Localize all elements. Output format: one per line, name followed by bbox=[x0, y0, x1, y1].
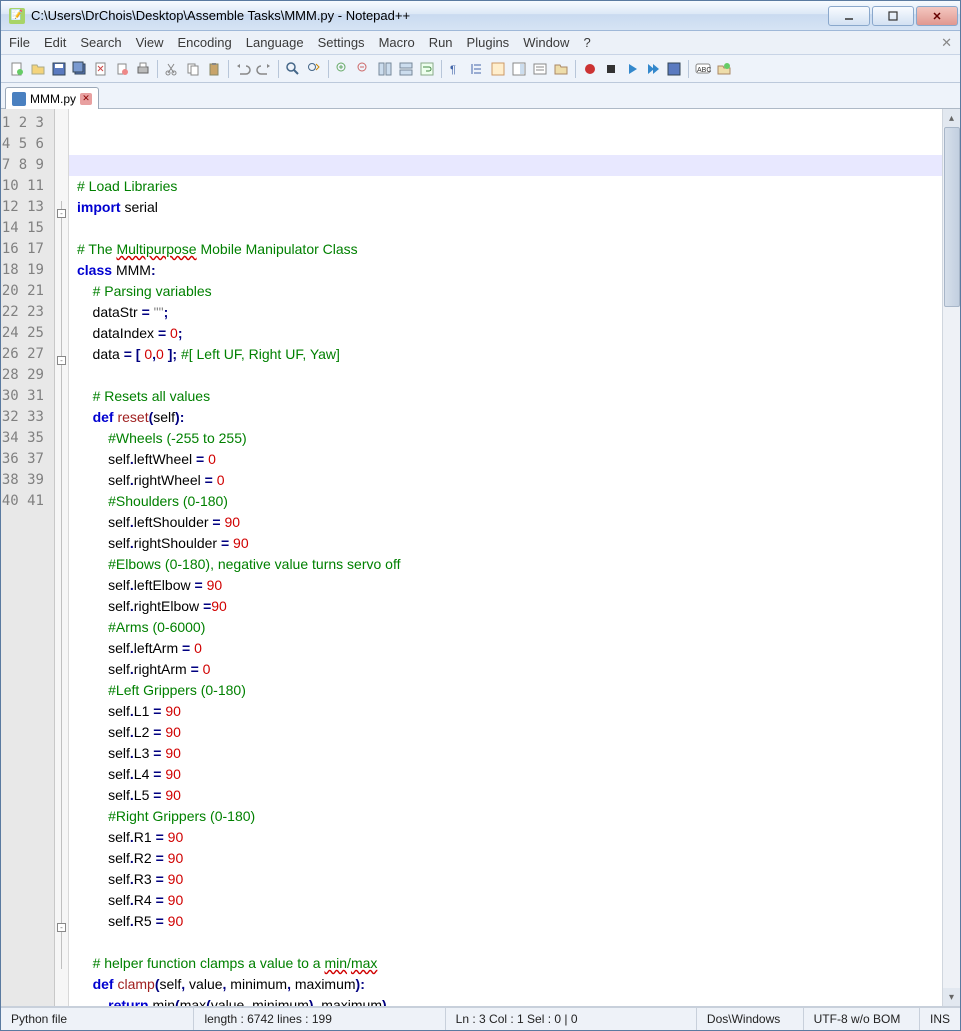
menu-macro[interactable]: Macro bbox=[379, 35, 415, 50]
doc-map-icon[interactable] bbox=[509, 59, 529, 79]
menu-?[interactable]: ? bbox=[583, 35, 590, 50]
status-filetype: Python file bbox=[1, 1008, 194, 1030]
save-all-icon[interactable] bbox=[70, 59, 90, 79]
code-editor[interactable]: # Load Libraries import serial # The Mul… bbox=[69, 109, 942, 1006]
stop-icon[interactable] bbox=[601, 59, 621, 79]
menubar: File Edit Search View Encoding Language Settin… bbox=[1, 31, 960, 55]
menu-edit[interactable]: Edit bbox=[44, 35, 66, 50]
replace-icon[interactable] bbox=[304, 59, 324, 79]
zoom-in-icon[interactable] bbox=[333, 59, 353, 79]
vertical-scrollbar[interactable]: ▴ ▾ bbox=[942, 109, 960, 1006]
tab-mmm-py[interactable]: MMM.py ✕ bbox=[5, 87, 99, 109]
line-number-gutter[interactable]: 1 2 3 4 5 6 7 8 9 10 11 12 13 14 15 16 1… bbox=[1, 109, 55, 1006]
spellcheck-icon[interactable]: ABC bbox=[693, 59, 713, 79]
menu-run[interactable]: Run bbox=[429, 35, 453, 50]
open-file-icon[interactable] bbox=[28, 59, 48, 79]
redo-icon[interactable] bbox=[254, 59, 274, 79]
save-macro-icon[interactable] bbox=[664, 59, 684, 79]
menu-view[interactable]: View bbox=[136, 35, 164, 50]
save-icon[interactable] bbox=[49, 59, 69, 79]
close-all-icon[interactable] bbox=[112, 59, 132, 79]
editor-area: 1 2 3 4 5 6 7 8 9 10 11 12 13 14 15 16 1… bbox=[1, 109, 960, 1007]
play-multi-icon[interactable] bbox=[643, 59, 663, 79]
wrap-icon[interactable] bbox=[417, 59, 437, 79]
tool-icon[interactable] bbox=[714, 59, 734, 79]
func-list-icon[interactable] bbox=[530, 59, 550, 79]
play-icon[interactable] bbox=[622, 59, 642, 79]
file-icon bbox=[12, 92, 26, 106]
status-bar: Python file length : 6742 lines : 199 Ln… bbox=[1, 1007, 960, 1030]
toolbar: ¶ ABC bbox=[1, 55, 960, 83]
menu-language[interactable]: Language bbox=[246, 35, 304, 50]
undo-icon[interactable] bbox=[233, 59, 253, 79]
window-title: C:\Users\DrChois\Desktop\Assemble Tasks\… bbox=[31, 8, 828, 23]
window-titlebar: 📝 C:\Users\DrChois\Desktop\Assemble Task… bbox=[1, 1, 960, 31]
folder-icon[interactable] bbox=[551, 59, 571, 79]
status-position: Ln : 3 Col : 1 Sel : 0 | 0 bbox=[446, 1008, 697, 1030]
menu-window[interactable]: Window bbox=[523, 35, 569, 50]
menu-encoding[interactable]: Encoding bbox=[178, 35, 232, 50]
tab-close-icon[interactable]: ✕ bbox=[80, 93, 92, 105]
find-icon[interactable] bbox=[283, 59, 303, 79]
app-icon: 📝 bbox=[9, 8, 25, 24]
close-button[interactable] bbox=[916, 6, 958, 26]
status-encoding[interactable]: UTF-8 w/o BOM bbox=[804, 1008, 920, 1030]
fold-toggle[interactable]: - bbox=[57, 923, 66, 932]
svg-text:ABC: ABC bbox=[697, 67, 711, 74]
new-file-icon[interactable] bbox=[7, 59, 27, 79]
indent-guide-icon[interactable] bbox=[467, 59, 487, 79]
zoom-out-icon[interactable] bbox=[354, 59, 374, 79]
svg-text:¶: ¶ bbox=[450, 64, 456, 76]
menu-search[interactable]: Search bbox=[80, 35, 121, 50]
menu-settings[interactable]: Settings bbox=[318, 35, 365, 50]
fold-toggle[interactable]: - bbox=[57, 209, 66, 218]
tab-bar: MMM.py ✕ bbox=[1, 83, 960, 109]
record-icon[interactable] bbox=[580, 59, 600, 79]
menubar-close-icon[interactable]: ✕ bbox=[941, 35, 952, 51]
print-icon[interactable] bbox=[133, 59, 153, 79]
minimize-button[interactable] bbox=[828, 6, 870, 26]
tab-label: MMM.py bbox=[30, 92, 76, 106]
paste-icon[interactable] bbox=[204, 59, 224, 79]
fold-toggle[interactable]: - bbox=[57, 356, 66, 365]
status-eol[interactable]: Dos\Windows bbox=[697, 1008, 804, 1030]
scrollbar-thumb[interactable] bbox=[944, 127, 960, 307]
copy-icon[interactable] bbox=[183, 59, 203, 79]
maximize-button[interactable] bbox=[872, 6, 914, 26]
sync-v-icon[interactable] bbox=[375, 59, 395, 79]
menu-plugins[interactable]: Plugins bbox=[467, 35, 510, 50]
fold-column[interactable]: - - - bbox=[55, 109, 69, 1006]
status-length: length : 6742 lines : 199 bbox=[194, 1008, 445, 1030]
scroll-down-icon[interactable]: ▾ bbox=[943, 988, 960, 1006]
sync-h-icon[interactable] bbox=[396, 59, 416, 79]
lang-icon[interactable] bbox=[488, 59, 508, 79]
close-file-icon[interactable] bbox=[91, 59, 111, 79]
show-chars-icon[interactable]: ¶ bbox=[446, 59, 466, 79]
status-mode[interactable]: INS bbox=[920, 1008, 960, 1030]
menu-file[interactable]: File bbox=[9, 35, 30, 50]
scroll-up-icon[interactable]: ▴ bbox=[943, 109, 960, 127]
cut-icon[interactable] bbox=[162, 59, 182, 79]
